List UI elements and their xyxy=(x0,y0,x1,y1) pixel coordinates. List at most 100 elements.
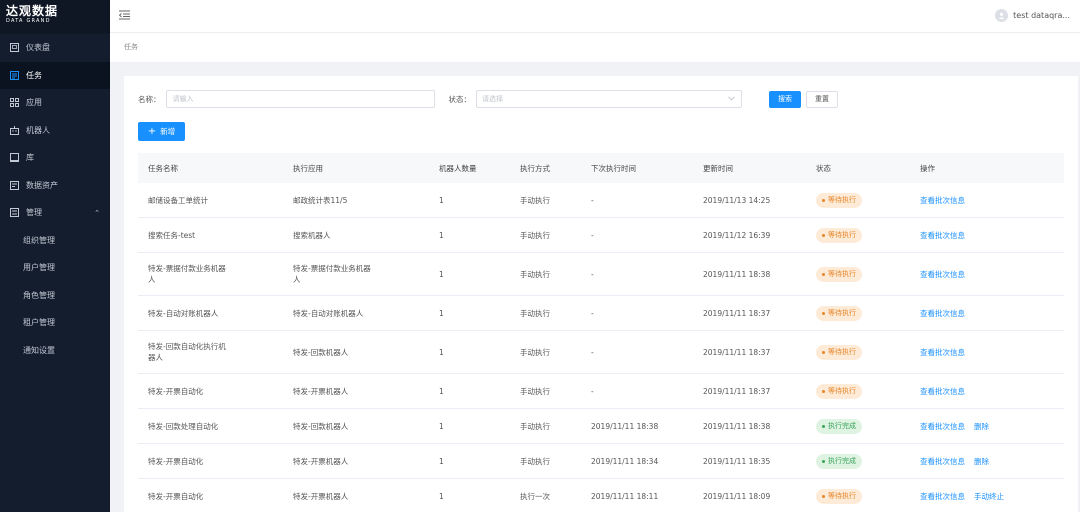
view-batch-link[interactable]: 查看批次信息 xyxy=(920,231,965,240)
sidebar-subitem-notifications[interactable]: 通知设置 xyxy=(0,337,110,365)
user-menu[interactable]: test dataqra... xyxy=(995,9,1070,22)
mode-cell: 手动执行 xyxy=(520,347,550,357)
view-batch-link[interactable]: 查看批次信息 xyxy=(920,309,965,318)
status-text: 等待执行 xyxy=(828,269,856,278)
breadcrumb-current: 任务 xyxy=(124,43,138,51)
brand-logo[interactable]: 达观数据 DATA GRAND xyxy=(0,0,110,34)
menu-fold-icon[interactable] xyxy=(118,10,131,22)
view-batch-link[interactable]: 查看批次信息 xyxy=(920,387,965,396)
robot-count-cell: 1 xyxy=(439,456,444,466)
status-dot-icon xyxy=(822,311,825,315)
status-cell: 等待执行 xyxy=(806,192,910,208)
status-dot-icon xyxy=(822,233,825,237)
plus-icon: + xyxy=(147,125,157,137)
view-batch-link[interactable]: 查看批次信息 xyxy=(920,492,965,501)
status-badge: 等待执行 xyxy=(816,192,862,208)
sidebar: 达观数据 DATA GRAND 仪表盘 任务 应用 机器人 库 数据资产 管理 … xyxy=(0,0,110,512)
status-cell: 执行完成 xyxy=(806,453,910,469)
task-name-cell: 特发-自动对账机器人 xyxy=(148,308,219,318)
sidebar-item-tasks[interactable]: 任务 xyxy=(0,61,110,89)
robot-count-cell: 1 xyxy=(439,195,444,205)
add-task-button[interactable]: + 新增 xyxy=(138,122,185,141)
status-select[interactable]: 请选择 xyxy=(476,90,742,108)
col-header-robot-count[interactable]: 机器人数量 xyxy=(429,163,510,174)
updated-cell: 2019/11/11 18:37 xyxy=(703,347,771,357)
status-badge: 等待执行 xyxy=(816,488,862,504)
view-batch-link[interactable]: 查看批次信息 xyxy=(920,348,965,357)
sidebar-item-label: 应用 xyxy=(26,98,42,108)
status-badge: 等待执行 xyxy=(816,227,862,243)
manual-stop-link[interactable]: 手动终止 xyxy=(974,492,1004,501)
sidebar-item-robots[interactable]: 机器人 xyxy=(0,117,110,145)
name-search-input[interactable]: 请输入 xyxy=(165,90,435,108)
app-cell: 搜索机器人 xyxy=(293,230,331,240)
updated-cell: 2019/11/11 18:09 xyxy=(703,491,771,501)
task-table: 任务名称 执行应用 机器人数量 执行方式 下次执行时间 更新时间 状态 操作 邮… xyxy=(138,153,1064,512)
sidebar-item-dashboard[interactable]: 仪表盘 xyxy=(0,34,110,62)
top-header: test dataqra... xyxy=(110,0,1080,33)
view-batch-link[interactable]: 查看批次信息 xyxy=(920,196,965,205)
actions-cell: 查看批次信息 xyxy=(910,230,1064,241)
mode-cell: 手动执行 xyxy=(520,269,550,279)
col-header-next-run[interactable]: 下次执行时间 xyxy=(581,163,693,174)
view-batch-link[interactable]: 查看批次信息 xyxy=(920,270,965,279)
view-batch-link[interactable]: 查看批次信息 xyxy=(920,457,965,466)
status-cell: 执行完成 xyxy=(806,418,910,434)
status-badge: 等待执行 xyxy=(816,344,862,360)
actions-cell: 查看批次信息 手动终止 xyxy=(910,491,1064,502)
status-badge: 执行完成 xyxy=(816,418,862,434)
table-body: 邮储设备工单统计 邮政统计表11/5 1 手动执行 - 2019/11/13 14:25 等… xyxy=(138,183,1064,512)
next-run-cell: - xyxy=(591,230,594,240)
next-run-cell: 2019/11/11 18:34 xyxy=(591,456,659,466)
sidebar-subitem-org[interactable]: 组织管理 xyxy=(0,227,110,255)
status-dot-icon xyxy=(822,424,825,428)
mode-cell: 手动执行 xyxy=(520,456,550,466)
status-dot-icon xyxy=(822,198,825,202)
chevron-down-icon xyxy=(728,95,735,103)
sidebar-item-manage[interactable]: 管理 ⌃ xyxy=(0,199,110,227)
actions-cell: 查看批次信息 删除 xyxy=(910,421,1064,432)
delete-link[interactable]: 删除 xyxy=(974,422,989,431)
reset-button[interactable]: 重置 xyxy=(806,90,838,108)
sidebar-subitem-roles[interactable]: 角色管理 xyxy=(0,282,110,310)
robot-count-cell: 1 xyxy=(439,308,444,318)
col-header-name[interactable]: 任务名称 xyxy=(138,163,283,174)
sidebar-item-library[interactable]: 库 xyxy=(0,144,110,172)
actions-cell: 查看批次信息 xyxy=(910,386,1064,397)
actions-cell: 查看批次信息 xyxy=(910,269,1064,280)
add-task-label: 新增 xyxy=(160,127,176,136)
status-select-placeholder: 请选择 xyxy=(482,95,503,103)
status-badge: 等待执行 xyxy=(816,383,862,399)
mode-cell: 手动执行 xyxy=(520,386,550,396)
robot-count-cell: 1 xyxy=(439,269,444,279)
next-run-cell: 2019/11/11 18:11 xyxy=(591,491,659,501)
apps-grid-icon xyxy=(9,98,19,108)
col-header-mode[interactable]: 执行方式 xyxy=(510,163,581,174)
task-name-cell: 特发-开票自动化 xyxy=(148,491,204,501)
status-label: 状态： xyxy=(448,94,472,104)
sidebar-subitem-tenants[interactable]: 租户管理 xyxy=(0,309,110,337)
brand-name: 达观数据 xyxy=(6,4,59,18)
status-text: 等待执行 xyxy=(828,491,856,500)
col-header-status[interactable]: 状态 xyxy=(806,163,910,174)
status-text: 执行完成 xyxy=(828,421,856,430)
view-batch-link[interactable]: 查看批次信息 xyxy=(920,422,965,431)
updated-cell: 2019/11/11 18:38 xyxy=(703,421,771,431)
sidebar-item-label: 库 xyxy=(26,153,34,163)
updated-cell: 2019/11/12 16:39 xyxy=(703,230,771,240)
status-dot-icon xyxy=(822,459,825,463)
sidebar-item-data-assets[interactable]: 数据资产 xyxy=(0,172,110,200)
app-cell: 邮政统计表11/5 xyxy=(293,195,348,205)
table-row: 特发-票据付款业务机器人 特发-票据付款业务机器人 1 手动执行 - 2019/11/11… xyxy=(138,253,1064,296)
sidebar-item-apps[interactable]: 应用 xyxy=(0,89,110,117)
col-header-updated[interactable]: 更新时间 xyxy=(693,163,806,174)
table-row: 特发-回款自动化执行机器人 特发-回款机器人 1 手动执行 - 2019/11/11 18… xyxy=(138,331,1064,374)
name-input-placeholder: 请输入 xyxy=(172,95,194,103)
status-text: 等待执行 xyxy=(828,347,856,356)
delete-link[interactable]: 删除 xyxy=(974,457,989,466)
status-cell: 等待执行 xyxy=(806,266,910,282)
col-header-app[interactable]: 执行应用 xyxy=(283,163,429,174)
mode-cell: 手动执行 xyxy=(520,195,550,205)
search-button[interactable]: 搜索 xyxy=(769,90,801,108)
sidebar-subitem-users[interactable]: 用户管理 xyxy=(0,254,110,282)
